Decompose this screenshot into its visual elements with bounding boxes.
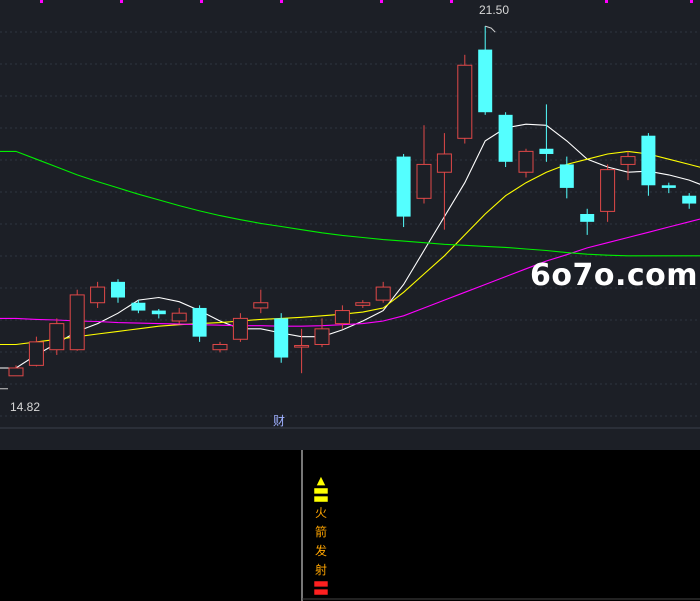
candle-4 (69, 289, 85, 351)
rocket-signal: ▲ 〓 火 箭 发 射 〓 (310, 474, 332, 598)
candle-body-down (192, 307, 207, 337)
candle-body-up (436, 153, 452, 173)
candle-body-up (69, 294, 85, 351)
signal-char-4: 射 (314, 563, 327, 577)
candle-body-down (151, 310, 166, 315)
candle-body-up (334, 310, 350, 325)
top-marker-dot (120, 0, 123, 3)
candle-14 (274, 313, 289, 363)
candle-body-up (171, 312, 187, 322)
stock-chart-window: 21.50 14.82 财 6o7o.com ▲ 〓 火 箭 发 射 〓 (0, 0, 700, 601)
candle-body-up (294, 345, 310, 348)
candle-body-down (661, 185, 676, 188)
top-marker-dot (690, 0, 693, 3)
candlestick-chart (0, 0, 700, 601)
signal-bottom-marker: 〓 (312, 579, 329, 598)
candle-body-up (355, 302, 371, 306)
candle-body-up (28, 341, 44, 366)
signal-char-1: 火 (314, 506, 327, 520)
top-marker-dot (450, 0, 453, 3)
candle-body-up (314, 328, 330, 345)
low-price-label: 14.82 (10, 400, 41, 414)
candle-body-down (478, 49, 493, 113)
candle-body-down (498, 114, 513, 162)
candle-23 (457, 54, 473, 144)
candle-body-up (620, 156, 636, 165)
candle-body-up (232, 317, 248, 340)
indicator-panel-background (0, 450, 700, 601)
candle-10 (192, 305, 207, 342)
panel-divider (0, 428, 700, 450)
candle-body-up (416, 163, 432, 199)
high-price-label: 21.50 (479, 3, 510, 17)
candle-body-down (274, 318, 289, 358)
candle-body-down (682, 195, 697, 204)
signal-equal-marker: 〓 (312, 486, 329, 505)
candle-body-up (457, 64, 473, 139)
top-marker-dot (380, 0, 383, 3)
top-marker-dot (200, 0, 203, 3)
candle-body-up (253, 302, 269, 309)
candle-body-up (212, 343, 228, 351)
candle-body-up (600, 169, 616, 212)
candle-3 (49, 318, 65, 355)
candle-body-down (539, 148, 554, 154)
candle-body-up (8, 367, 24, 377)
candle-body-down (131, 302, 146, 311)
candle-20 (396, 153, 411, 228)
candle-25 (498, 112, 513, 168)
candle-body-down (111, 281, 125, 298)
signal-char-2: 箭 (314, 525, 327, 539)
top-marker-dot (40, 0, 43, 3)
candle-body-down (559, 164, 574, 188)
signal-char-3: 发 (314, 544, 327, 558)
event-marker-label: 财 (273, 414, 286, 428)
candle-body-up (375, 286, 391, 301)
candle-body-down (396, 156, 411, 217)
candle-body-down (641, 135, 656, 186)
candle-body-down (580, 214, 595, 222)
watermark-text: 6o7o.com (530, 258, 699, 293)
top-marker-dot (605, 0, 608, 3)
candle-body-up (90, 286, 106, 304)
candle-body-up (518, 150, 534, 173)
top-marker-dot (280, 0, 283, 3)
candle-body-up (49, 323, 65, 351)
